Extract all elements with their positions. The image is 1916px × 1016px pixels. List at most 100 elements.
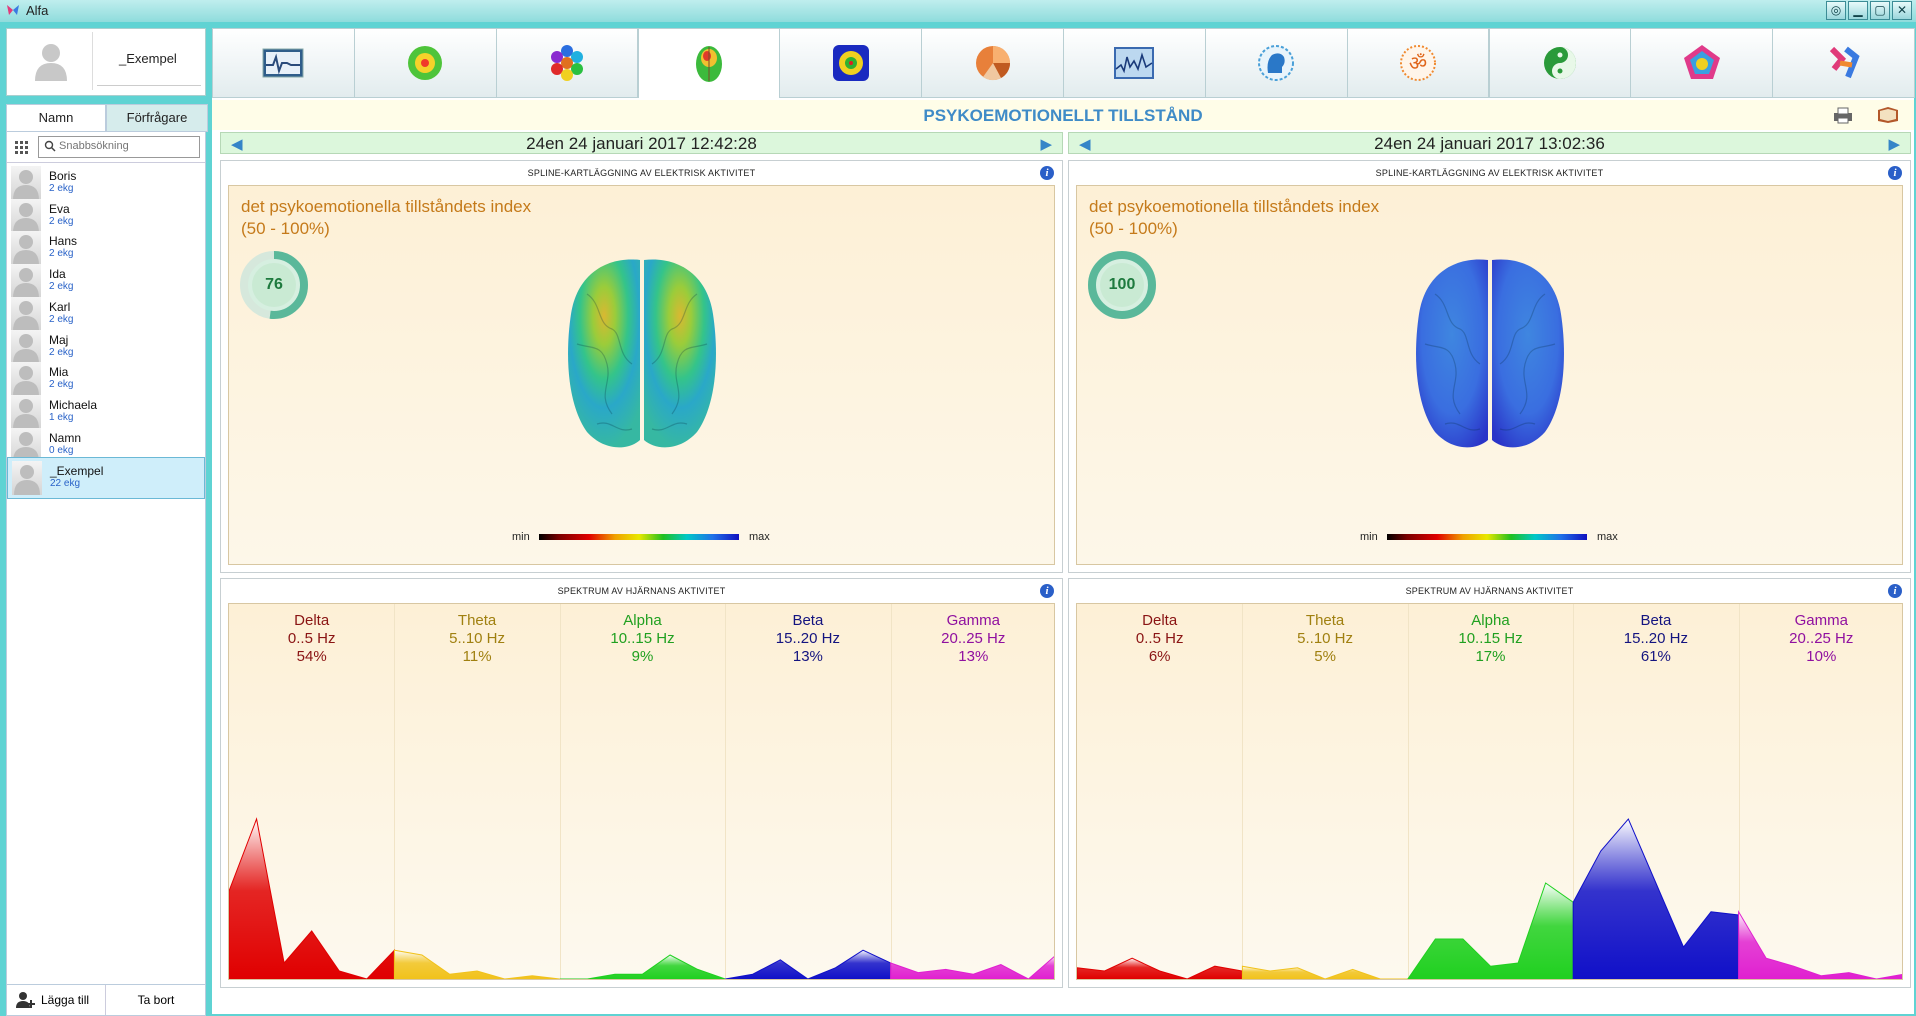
person-name: Ida bbox=[49, 267, 66, 282]
minimize-icon[interactable]: ▁ bbox=[1848, 1, 1868, 20]
toolbar-button-energy-field[interactable] bbox=[779, 28, 923, 98]
person-name: Boris bbox=[49, 169, 77, 183]
toolbar-button-chakra-hexagon[interactable] bbox=[495, 28, 639, 98]
index-title-line2: (50 - 100%) bbox=[241, 219, 330, 238]
person-ekg-count: 2 ekg bbox=[49, 183, 74, 194]
toolbar-button-head-profile[interactable] bbox=[1204, 28, 1348, 98]
grid-menu-icon[interactable] bbox=[15, 141, 29, 155]
settings-icon[interactable]: ◎ bbox=[1826, 1, 1846, 20]
avatar bbox=[10, 32, 93, 90]
toolbar-button-hrv-graph[interactable] bbox=[1063, 28, 1206, 98]
next-arrow-icon[interactable]: ▶ bbox=[1888, 135, 1900, 153]
band-area bbox=[1241, 965, 1408, 979]
toolbar-button-ecg[interactable] bbox=[212, 28, 355, 98]
spline-map-card: SPLINE-KARTLÄGGNING AV ELEKTRISK AKTIVIT… bbox=[220, 160, 1063, 573]
user-avatar-icon bbox=[14, 465, 40, 496]
tab-namn[interactable]: Namn bbox=[6, 104, 106, 131]
user-avatar-icon bbox=[35, 44, 67, 81]
legend-gradient bbox=[1387, 534, 1587, 540]
person-ekg-count: 2 ekg bbox=[49, 313, 74, 325]
map-title: SPLINE-KARTLÄGGNING AV ELEKTRISK AKTIVIT… bbox=[1375, 168, 1604, 178]
spectrum-plot bbox=[229, 817, 1054, 979]
patient-list-panel: Boris2 ekgEva2 ekgHans2 ekgIda2 ekgKarl2… bbox=[6, 131, 206, 988]
index-value: 100 bbox=[1108, 276, 1136, 293]
spectrum-chart: Delta 0..5 Hz 54% Theta 5..10 Hz 11% Alpha 10..… bbox=[228, 603, 1055, 980]
search-input[interactable] bbox=[59, 139, 193, 153]
svg-text:ॐ: ॐ bbox=[1409, 51, 1427, 75]
band-area bbox=[1077, 957, 1243, 979]
session-date: 24en 24 januari 2017 12:42:28 bbox=[526, 134, 757, 153]
spectrum-title: SPEKTRUM AV HJÄRNANS AKTIVITET bbox=[1405, 586, 1574, 596]
map-title: SPLINE-KARTLÄGGNING AV ELEKTRISK AKTIVIT… bbox=[527, 168, 756, 178]
add-user-icon bbox=[16, 992, 35, 1008]
close-icon[interactable]: ✕ bbox=[1892, 1, 1912, 20]
chakra-hexagon-icon bbox=[551, 45, 584, 81]
person-name: Eva bbox=[49, 201, 70, 216]
aura-icon bbox=[408, 46, 443, 80]
delete-patient-button[interactable]: Ta bort bbox=[107, 985, 205, 1015]
person-ekg-count: 1 ekg bbox=[49, 411, 74, 423]
legend-max: max bbox=[749, 531, 770, 543]
index-title-line1: det psykoemotionella tillståndets index bbox=[1089, 197, 1380, 216]
next-arrow-icon[interactable]: ▶ bbox=[1040, 135, 1052, 153]
index-title: det psykoemotionella tillståndets index (… bbox=[1089, 196, 1379, 240]
index-gauge: 76 bbox=[239, 250, 309, 320]
person-name: Michaela bbox=[49, 397, 98, 412]
biorhythm-icon bbox=[1829, 46, 1860, 79]
toolbar-button-brain-map[interactable] bbox=[637, 28, 781, 98]
info-icon[interactable]: i bbox=[1040, 584, 1054, 598]
title-bar: Alfa ◎ ▁ ▢ ✕ bbox=[0, 0, 1916, 22]
info-icon[interactable]: i bbox=[1888, 584, 1902, 598]
toolbar-button-biorhythm[interactable] bbox=[1772, 28, 1915, 98]
band-area bbox=[229, 817, 395, 979]
person-name: _Exempel bbox=[50, 464, 104, 479]
tab-forfragare[interactable]: Förfrågare bbox=[106, 104, 208, 132]
toolbar-button-aura[interactable] bbox=[353, 28, 497, 98]
energy-field-icon bbox=[832, 45, 869, 81]
app-logo-icon bbox=[7, 5, 19, 15]
person-ekg-count: 2 ekg bbox=[49, 346, 74, 358]
toolbar-button-yin-yang[interactable] bbox=[1488, 28, 1632, 98]
person-ekg-count: 0 ekg bbox=[49, 444, 74, 456]
spectrum-card: SPEKTRUM AV HJÄRNANS AKTIVITET i Delta 0..5… bbox=[220, 578, 1063, 988]
person-name: Namn bbox=[49, 430, 82, 445]
search-icon bbox=[44, 140, 56, 152]
book-icon[interactable] bbox=[1876, 106, 1900, 124]
toolbar-button-pentagon[interactable] bbox=[1630, 28, 1774, 98]
spectrum-title: SPEKTRUM AV HJÄRNANS AKTIVITET bbox=[557, 586, 726, 596]
sidebar: _Exempel Namn Förfrågare Boris2 ekgEva2 … bbox=[6, 28, 208, 1016]
person-name: Karl bbox=[49, 299, 71, 314]
toolbar-button-om[interactable]: ॐ bbox=[1346, 28, 1490, 98]
index-gauge: 100 bbox=[1087, 250, 1157, 320]
person-name: Hans bbox=[49, 234, 78, 249]
hrv-graph-icon bbox=[1114, 47, 1155, 79]
divider bbox=[97, 85, 201, 86]
spline-map-card: SPLINE-KARTLÄGGNING AV ELEKTRISK AKTIVIT… bbox=[1068, 160, 1911, 573]
person-name: Mia bbox=[49, 365, 69, 380]
legend-min: min bbox=[512, 531, 530, 543]
toolbar-button-pie-chart[interactable] bbox=[921, 28, 1064, 98]
legend-min: min bbox=[1360, 531, 1378, 543]
info-icon[interactable]: i bbox=[1888, 166, 1902, 180]
session-date: 24en 24 januari 2017 13:02:36 bbox=[1374, 134, 1605, 153]
add-patient-button[interactable]: Lägga till bbox=[7, 985, 106, 1015]
person-ekg-count: 2 ekg bbox=[49, 281, 74, 293]
color-legend: min max bbox=[229, 531, 1054, 543]
print-icon[interactable] bbox=[1832, 106, 1854, 124]
brain-map-icon bbox=[695, 45, 722, 82]
spectrum-plot bbox=[1077, 818, 1902, 979]
pentagon-icon bbox=[1683, 45, 1720, 79]
color-legend: min max bbox=[1077, 531, 1902, 543]
person-ekg-count: 2 ekg bbox=[49, 215, 74, 227]
pie-chart-icon bbox=[975, 46, 1010, 81]
date-navigator: ◀ 24en 24 januari 2017 12:42:28 ▶ bbox=[220, 132, 1063, 154]
maximize-icon[interactable]: ▢ bbox=[1870, 1, 1890, 20]
spectrum-chart: Delta 0..5 Hz 6% Theta 5..10 Hz 5% Alpha 10..15… bbox=[1076, 603, 1903, 980]
info-icon[interactable]: i bbox=[1040, 166, 1054, 180]
list-item[interactable]: _Exempel 22 ekg bbox=[7, 457, 205, 500]
ecg-icon bbox=[262, 48, 304, 78]
module-toolbar: ॐ bbox=[212, 28, 1915, 98]
profile-card[interactable]: _Exempel bbox=[6, 28, 206, 96]
head-profile-icon bbox=[1258, 45, 1295, 81]
band-area bbox=[725, 949, 892, 979]
